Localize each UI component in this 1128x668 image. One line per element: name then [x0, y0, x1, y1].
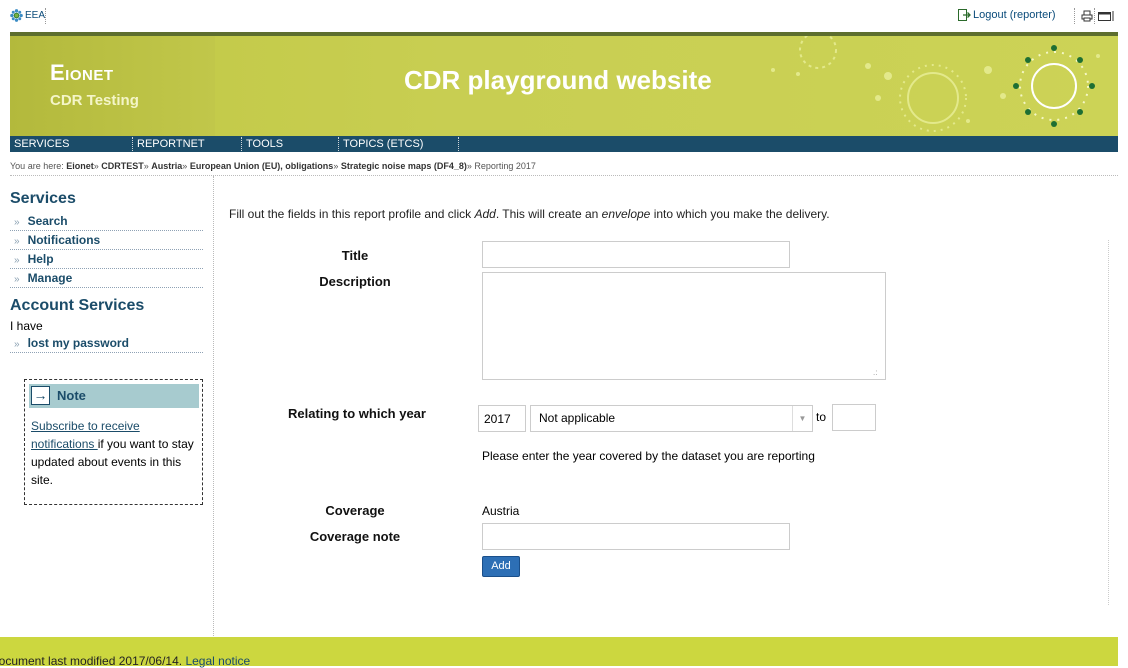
- nav-reportnet[interactable]: REPORTNET: [132, 137, 205, 151]
- add-button[interactable]: Add: [482, 556, 520, 577]
- title-input[interactable]: [482, 241, 790, 268]
- nav-tools[interactable]: TOOLS: [241, 137, 283, 151]
- resize-grip-icon[interactable]: .:: [873, 368, 877, 377]
- decorative-circles: [771, 36, 1100, 132]
- nav-divider: [458, 137, 463, 151]
- eionet-logo[interactable]: Eionet: [50, 60, 114, 86]
- topbar-divider: [45, 8, 46, 24]
- site-title: CDR playground website: [404, 65, 712, 95]
- breadcrumb-item[interactable]: European Union (EU), obligations: [190, 161, 334, 171]
- sidebar-item-manage[interactable]: » Manage: [10, 269, 203, 288]
- sidebar: Services » Search » Notifications » Help » M…: [10, 190, 213, 353]
- description-label: Description: [319, 274, 391, 289]
- coverage-note-label: Coverage note: [309, 529, 401, 544]
- sidebar-divider: [213, 176, 214, 636]
- coverage-label: Coverage: [325, 503, 385, 518]
- sidebar-item-notifications[interactable]: » Notifications: [10, 231, 203, 250]
- year-help-text: Please enter the year covered by the dat…: [482, 449, 815, 463]
- chevron-down-icon: ▼: [792, 406, 812, 431]
- breadcrumb-item[interactable]: Austria: [151, 161, 182, 171]
- breadcrumb: You are here: Eionet» CDRTEST» Austria» …: [10, 156, 1118, 176]
- ihave-label: I have: [10, 319, 43, 333]
- breadcrumb-prefix: You are here:: [10, 161, 64, 171]
- eea-label: EEA: [25, 10, 46, 21]
- topbar-divider: [1094, 8, 1095, 24]
- coverage-note-input[interactable]: [482, 523, 790, 550]
- print-icon[interactable]: [1081, 10, 1093, 22]
- logout-link[interactable]: Logout (reporter): [958, 9, 1056, 21]
- logout-icon: [958, 9, 971, 21]
- eea-flower-icon: [10, 9, 23, 22]
- eionet-subtitle: CDR Testing: [50, 92, 139, 109]
- year-label: Relating to which year: [288, 406, 426, 421]
- arrow-right-icon: →: [31, 386, 50, 405]
- coverage-value: Austria: [482, 504, 520, 518]
- logout-label: Logout (reporter): [973, 9, 1056, 21]
- note-header: → Note: [29, 384, 199, 408]
- to-label: to: [816, 410, 827, 424]
- topbar-divider: [1074, 8, 1075, 24]
- note-title: Note: [57, 388, 86, 403]
- sidebar-item-help[interactable]: » Help: [10, 250, 203, 269]
- account-services-heading: Account Services: [10, 297, 145, 314]
- main-nav: SERVICES REPORTNET TOOLS TOPICS (ETCS): [10, 136, 1118, 152]
- services-heading: Services: [10, 190, 76, 207]
- breadcrumb-current: Reporting 2017: [474, 161, 536, 171]
- description-textarea[interactable]: [482, 272, 886, 380]
- year-from-input[interactable]: [478, 405, 526, 432]
- breadcrumb-item[interactable]: Strategic noise maps (DF4_8): [341, 161, 467, 171]
- content-divider: [1108, 240, 1109, 605]
- year-to-input[interactable]: [832, 404, 876, 431]
- fullscreen-icon[interactable]: [1098, 10, 1116, 22]
- nav-topics[interactable]: TOPICS (ETCS): [338, 137, 423, 151]
- form-intro: Fill out the fields in this report profi…: [229, 207, 830, 221]
- nav-services[interactable]: SERVICES: [10, 137, 69, 151]
- note-text: Subscribe to receive notifications if yo…: [31, 417, 203, 489]
- note-box: → Note Subscribe to receive notification…: [24, 379, 203, 505]
- eionet-logo-area: [10, 36, 215, 136]
- sidebar-item-search[interactable]: » Search: [10, 212, 203, 231]
- year-type-select[interactable]: Not applicable ▼: [530, 405, 813, 432]
- eea-logo[interactable]: EEA: [10, 9, 45, 22]
- top-bar: EEA Logout (reporter): [0, 0, 1128, 32]
- breadcrumb-item[interactable]: Eionet: [66, 161, 94, 171]
- title-label: Title: [341, 248, 369, 263]
- site-header: Eionet CDR Testing CDR playground websit…: [10, 32, 1118, 136]
- year-select-value: Not applicable: [539, 411, 616, 425]
- breadcrumb-item[interactable]: CDRTEST: [101, 161, 144, 171]
- sidebar-item-lost-password[interactable]: » lost my password: [10, 334, 203, 353]
